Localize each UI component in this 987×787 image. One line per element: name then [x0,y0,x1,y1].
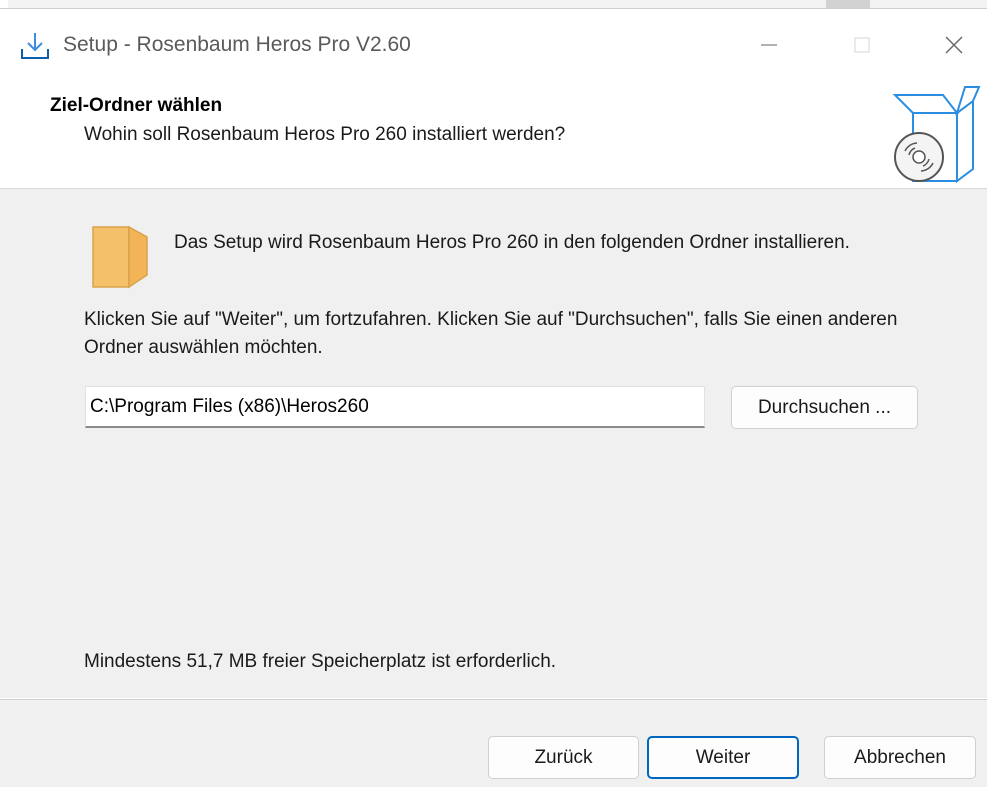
next-button[interactable]: Weiter [647,736,799,779]
background-window-tab [826,0,870,8]
browse-button[interactable]: Durchsuchen ... [731,386,918,429]
cancel-button[interactable]: Abbrechen [824,736,976,779]
back-button[interactable]: Zurück [488,736,639,779]
wizard-header: Ziel-Ordner wählen Wohin soll Rosenbaum … [0,79,987,189]
maximize-button[interactable] [839,27,885,63]
window-title: Setup - Rosenbaum Heros Pro V2.60 [63,33,411,56]
folder-icon [92,225,148,289]
page-title: Ziel-Ordner wählen [50,95,223,116]
page-subtitle: Wohin soll Rosenbaum Heros Pro 260 insta… [84,124,566,145]
software-box-disc-icon [892,86,981,183]
intro-text: Das Setup wird Rosenbaum Heros Pro 260 i… [174,232,850,253]
maximize-icon [854,37,870,53]
close-button[interactable] [931,27,977,63]
minimize-button[interactable] [746,27,792,63]
wizard-footer: Zurück Weiter Abbrechen [0,699,987,787]
close-icon [945,36,963,54]
background-strip [0,0,987,8]
install-path-input[interactable] [85,386,705,428]
wizard-content: Das Setup wird Rosenbaum Heros Pro 260 i… [0,189,987,698]
download-tray-icon [21,33,49,59]
instructions-text: Klicken Sie auf "Weiter", um fortzufahre… [84,309,898,358]
title-bar[interactable]: Setup - Rosenbaum Heros Pro V2.60 [0,9,987,79]
setup-window: Setup - Rosenbaum Heros Pro V2.60 Ziel-O… [0,8,987,787]
minimize-icon [761,44,777,46]
disk-space-text: Mindestens 51,7 MB freier Speicherplatz … [84,651,557,672]
